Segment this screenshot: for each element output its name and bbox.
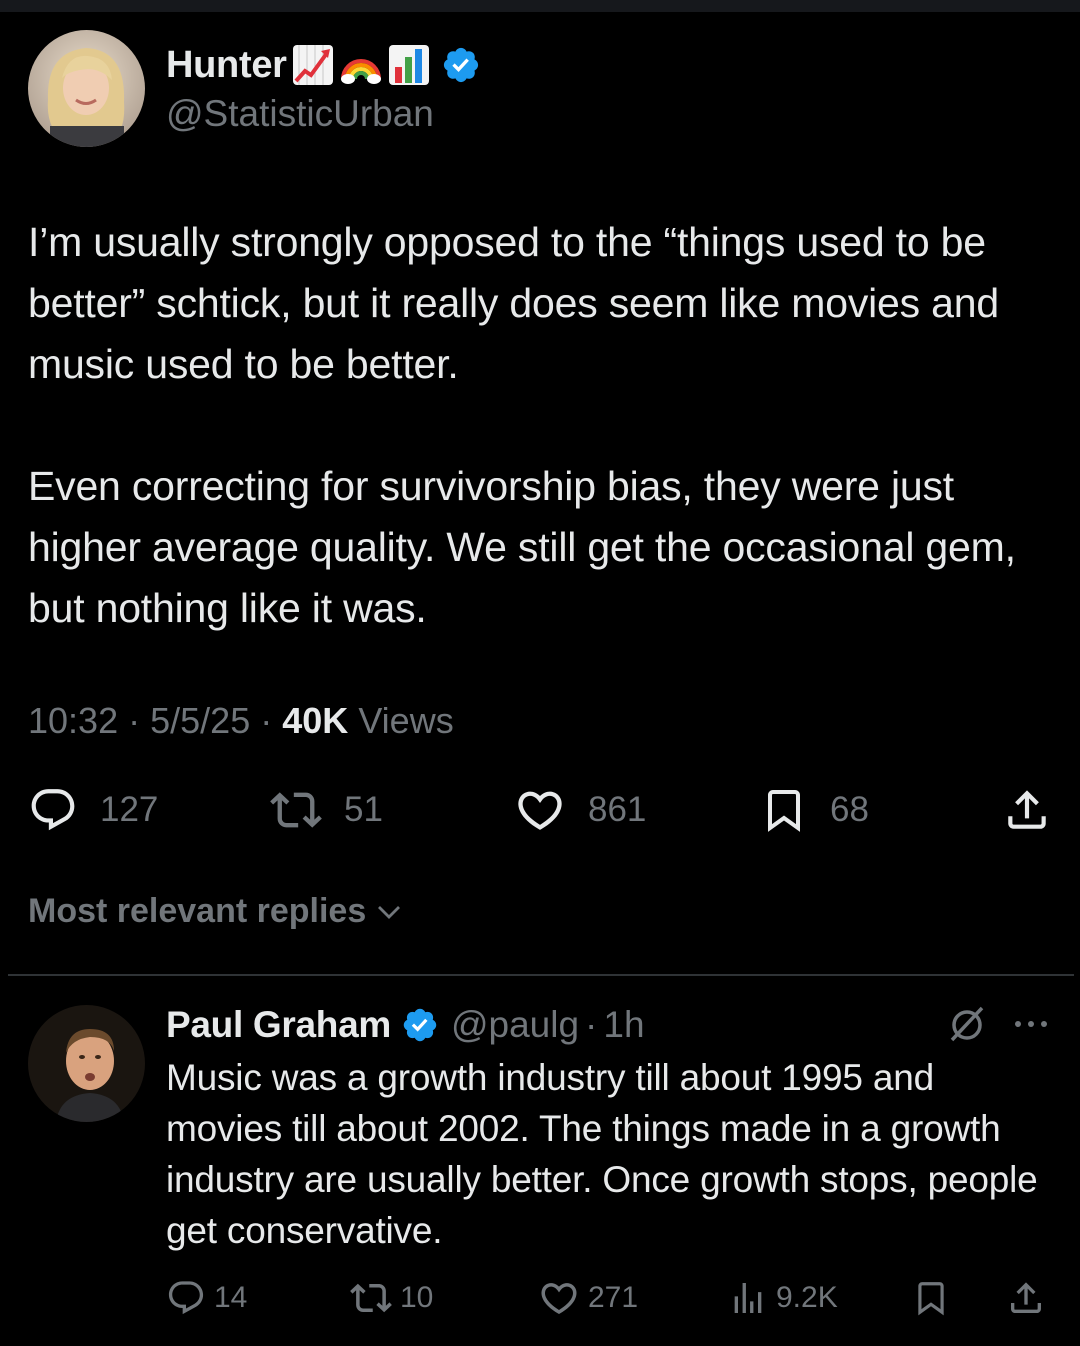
reply-icon [168,1281,204,1315]
bookmark-button[interactable]: 68 [760,780,869,840]
share-icon [1008,790,1046,829]
post-action-bar: 127 51 861 68 [0,780,1080,840]
reply-separator: · [585,1004,598,1045]
bar-chart-emoji [387,43,431,87]
share-icon [1011,1282,1041,1313]
like-button[interactable]: 861 [514,780,646,840]
reply-views-count: 9.2K [776,1281,838,1314]
reply-header: Paul Graham @paulg · 1h [166,1000,645,1050]
post-date[interactable]: 5/5/25 [150,700,250,741]
bookmark-icon [768,790,800,832]
heart-icon [518,791,562,830]
chevron-down-icon [378,905,401,919]
verified-badge-icon[interactable] [401,1006,439,1044]
reply-action-bar: 14 10 271 9.2K [0,1272,1080,1324]
share-button[interactable] [1002,780,1052,840]
author-name-row: Hunter [166,40,481,90]
reply-author-handle[interactable]: @paulg [451,1004,579,1046]
post-paragraph: Even correcting for survivorship bias, t… [28,463,1016,631]
post-time[interactable]: 10:32 [28,700,118,741]
reply-share-button[interactable] [1006,1272,1046,1324]
meta-separator: · [128,700,141,741]
bookmark-count: 68 [830,790,869,829]
replies-sort-dropdown[interactable]: Most relevant replies [28,892,404,931]
repost-count: 51 [344,790,383,829]
reply-timestamp[interactable]: 1h [603,1004,644,1046]
repost-icon [270,792,322,828]
reply-bookmark-button[interactable] [912,1272,950,1324]
post-body: I’m usually strongly opposed to the “thi… [28,212,1058,639]
reply-reply-count: 14 [214,1281,248,1314]
reply-like-button[interactable]: 271 [538,1272,638,1324]
repost-button[interactable]: 51 [270,780,383,840]
reply-count: 127 [100,790,159,829]
reply-icon [31,789,75,831]
divider [8,974,1074,976]
replies-sort-label: Most relevant replies [28,892,367,930]
reply-reply-button[interactable]: 14 [166,1272,247,1324]
author-display-name[interactable]: Hunter [166,44,287,87]
more-options-icon[interactable] [1012,1014,1050,1034]
views-icon [734,1283,762,1313]
reply-views-button[interactable]: 9.2K [728,1272,838,1324]
verified-badge-icon[interactable] [441,45,481,85]
reply-repost-count: 10 [400,1281,434,1314]
post-metadata: 10:32 · 5/5/25 · 40K Views [28,700,454,742]
heart-icon [541,1283,577,1315]
author-handle[interactable]: @StatisticUrban [166,93,434,135]
reply-button[interactable]: 127 [28,780,158,840]
reply-like-count: 271 [588,1281,639,1314]
reply-author-name[interactable]: Paul Graham [166,1004,391,1046]
reply-author-avatar[interactable] [28,1005,145,1122]
like-count: 861 [588,790,647,829]
views-count: 40K [282,700,349,741]
views-label: Views [358,700,454,741]
repost-icon [350,1283,392,1313]
author-avatar[interactable] [28,30,145,147]
meta-separator: · [260,700,273,741]
top-bar [0,0,1080,12]
chart-increasing-emoji [291,43,335,87]
grok-icon[interactable] [948,1004,986,1044]
post-paragraph: I’m usually strongly opposed to the “thi… [28,219,999,387]
bookmark-icon [918,1282,944,1316]
reply-body: Music was a growth industry till about 1… [166,1057,1038,1251]
reply-repost-button[interactable]: 10 [350,1272,433,1324]
rainbow-emoji [339,43,383,87]
